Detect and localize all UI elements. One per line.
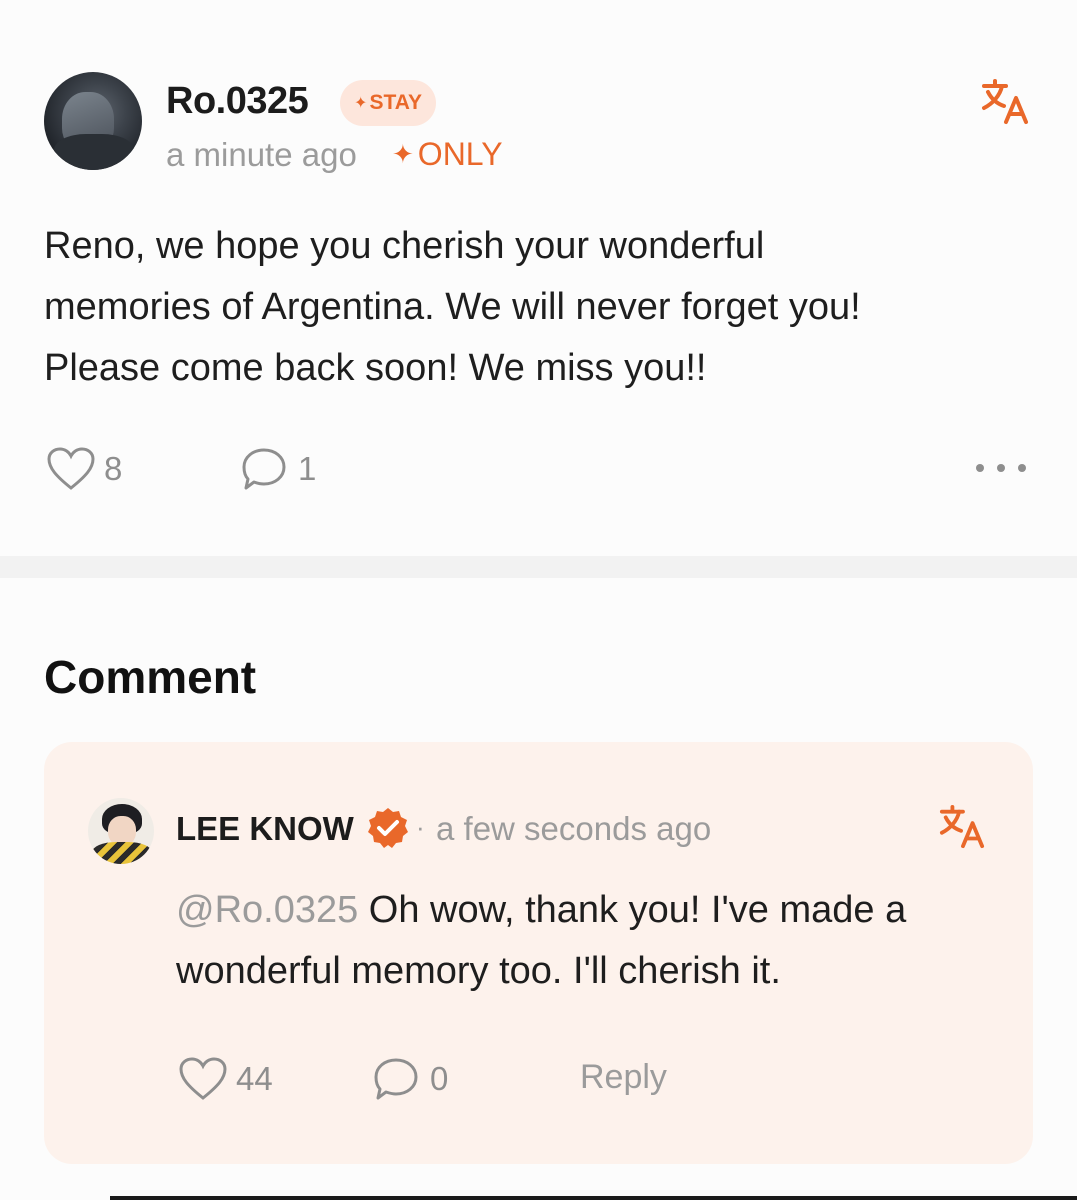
comment-line: wonderful memory too. I'll cherish it.	[176, 950, 781, 992]
verified-badge-icon	[368, 808, 408, 848]
avatar-shirt	[92, 842, 152, 864]
more-dot	[1018, 464, 1026, 472]
spark-icon: ✦	[354, 95, 368, 112]
like-button[interactable]: 44	[178, 1056, 273, 1102]
comment-bubble-icon	[374, 1058, 418, 1100]
like-button[interactable]: 8	[46, 446, 122, 492]
post: Ro.0325 ✦ STAY a minute ago ✦ ONLY Reno,…	[0, 0, 1077, 556]
user-avatar[interactable]	[44, 72, 142, 170]
post-body: Reno, we hope you cherish your wonderful…	[44, 216, 1034, 399]
heart-icon	[179, 1057, 227, 1100]
mention-link[interactable]: @Ro.0325	[176, 889, 358, 931]
stay-badge-label: STAY	[369, 91, 422, 114]
separator-dot: ·	[416, 812, 425, 842]
stay-badge: ✦ STAY	[340, 80, 436, 126]
comment-button[interactable]: 1	[240, 446, 316, 492]
comment-count: 1	[298, 450, 317, 487]
comment-bubble-icon	[242, 448, 286, 490]
translate-icon[interactable]	[938, 804, 986, 850]
post-timestamp: a minute ago	[166, 136, 357, 173]
comment-line: @Ro.0325 Oh wow, thank you! I've made a	[176, 880, 996, 941]
comments-section: Comment LEE KNOW · a few seconds ago @Ro…	[0, 578, 1077, 1200]
comment-button[interactable]: 0	[372, 1056, 448, 1102]
translate-icon[interactable]	[980, 78, 1030, 126]
comment-item: LEE KNOW · a few seconds ago @Ro.0325 Oh…	[44, 742, 1033, 1164]
more-dot	[976, 464, 984, 472]
reply-button[interactable]: Reply	[580, 1058, 667, 1097]
commenter-avatar[interactable]	[88, 798, 154, 864]
post-line: memories of Argentina. We will never for…	[44, 286, 861, 328]
comments-title: Comment	[44, 651, 257, 703]
comment-text-part: Oh wow, thank you! I've made a	[358, 889, 907, 931]
post-author-name[interactable]: Ro.0325	[166, 80, 309, 123]
more-dots-icon[interactable]	[976, 458, 1026, 478]
avatar-body	[54, 134, 134, 170]
heart-icon	[47, 447, 95, 490]
like-count: 44	[236, 1060, 273, 1097]
spark-icon: ✦	[392, 139, 414, 169]
only-label: ✦ ONLY	[392, 136, 503, 173]
comment-body: @Ro.0325 Oh wow, thank you! I've made a …	[176, 880, 996, 1002]
home-indicator	[110, 1196, 1077, 1200]
comment-author-name[interactable]: LEE KNOW	[176, 810, 354, 848]
post-line: Reno, we hope you cherish your wonderful	[44, 225, 765, 267]
post-detail-page: Ro.0325 ✦ STAY a minute ago ✦ ONLY Reno,…	[0, 0, 1077, 1200]
post-line: Please come back soon! We miss you!!	[44, 347, 707, 389]
comment-count: 0	[430, 1060, 449, 1097]
only-label-text: ONLY	[417, 136, 503, 172]
like-count: 8	[104, 450, 123, 487]
comment-timestamp: a few seconds ago	[436, 810, 712, 847]
more-dot	[997, 464, 1005, 472]
section-divider	[0, 556, 1077, 578]
